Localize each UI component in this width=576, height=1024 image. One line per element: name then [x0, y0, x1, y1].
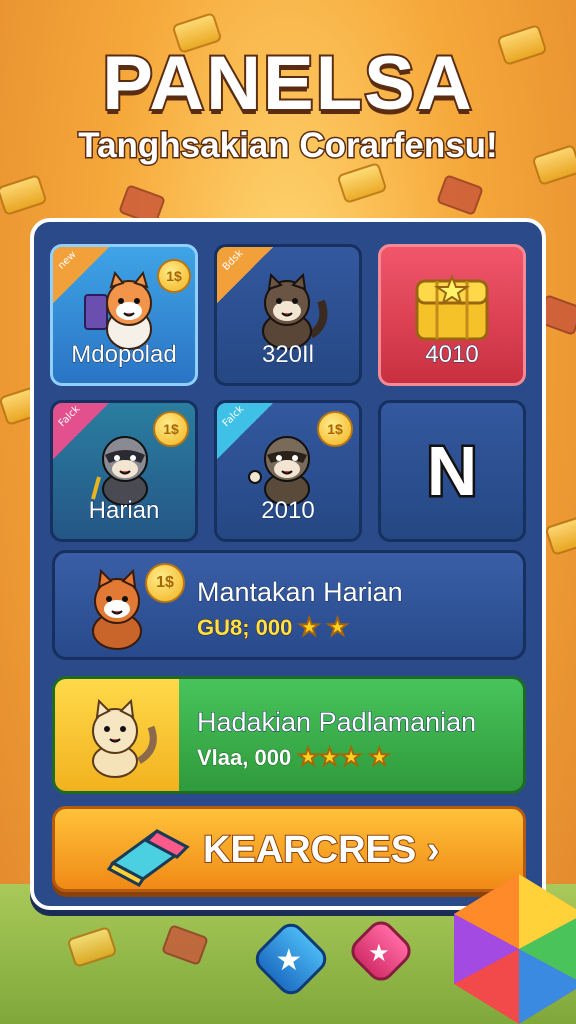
eraser-icon — [106, 829, 190, 887]
ribbon-text: new — [56, 249, 79, 272]
reward-bar[interactable]: Hadakian Padlamanian Vlaa, 000 ★★★ ★ — [52, 676, 526, 794]
coin-decoration — [0, 173, 48, 217]
coin-icon: 1$ — [153, 411, 189, 447]
star-icon: ★★★ ★ — [297, 744, 391, 772]
treasure-chest-icon — [415, 274, 489, 341]
tile-4010[interactable]: 4010 — [378, 244, 526, 386]
daily-task-title: Mantakan Harian — [197, 577, 404, 608]
rainbow-gem-icon — [454, 874, 576, 1024]
daily-task-value: GU8; 000 — [196, 615, 293, 641]
n-glyph-icon: N — [424, 430, 480, 513]
cat-icon — [92, 698, 157, 778]
coin-decoration — [336, 161, 388, 205]
reward-title: Hadakian Padlamanian — [196, 707, 477, 738]
tile-2010[interactable]: Falck 1$ 2010 — [214, 400, 362, 542]
tile-n[interactable]: N — [378, 400, 526, 542]
tile-label: Mdopolad — [71, 341, 177, 369]
tile-label: 2010 — [261, 497, 315, 525]
game-subtitle: Tanghsakian Corarfensu! — [77, 125, 499, 167]
daily-task-bar[interactable]: 1$ Mantakan Harian GU8; 000 ★ ★ — [52, 550, 526, 660]
game-title: PANELSA — [100, 39, 474, 128]
menu-panel: new 1$ Mdopolad Bdsk 320Il 4010 Falck 1$… — [30, 218, 546, 910]
coin-icon: 1$ — [157, 259, 191, 293]
tile-320il[interactable]: Bdsk 320Il — [214, 244, 362, 386]
reward-value: Vlaa, 000 — [196, 745, 292, 771]
tile-label: 4010 — [425, 341, 479, 369]
coin-decoration — [544, 513, 576, 557]
ribbon-text: Bdsk — [220, 248, 246, 273]
coin-icon: 1$ — [145, 563, 185, 603]
daily-task-value-row: GU8; 000 ★ ★ — [196, 613, 349, 642]
game-screen: { "header": { "title": "PANELSA", "subti… — [0, 0, 576, 1024]
reward-icon-block — [55, 679, 179, 791]
tile-mdopolad[interactable]: new 1$ Mdopolad — [50, 244, 198, 386]
tile-harian[interactable]: Falck 1$ Harian — [50, 400, 198, 542]
star-icon: ★ ★ — [298, 614, 349, 642]
reward-value-row: Vlaa, 000 ★★★ ★ — [196, 743, 391, 772]
cta-label-text: KEARCRES — [202, 828, 417, 872]
kearcres-button-label: KEARCRES › — [202, 828, 441, 872]
tile-label: Harian — [88, 497, 160, 525]
coin-icon: 1$ — [317, 411, 353, 447]
card-decoration — [436, 174, 484, 216]
tile-label: 320Il — [261, 341, 315, 369]
chevron-right-icon: › — [426, 828, 441, 872]
